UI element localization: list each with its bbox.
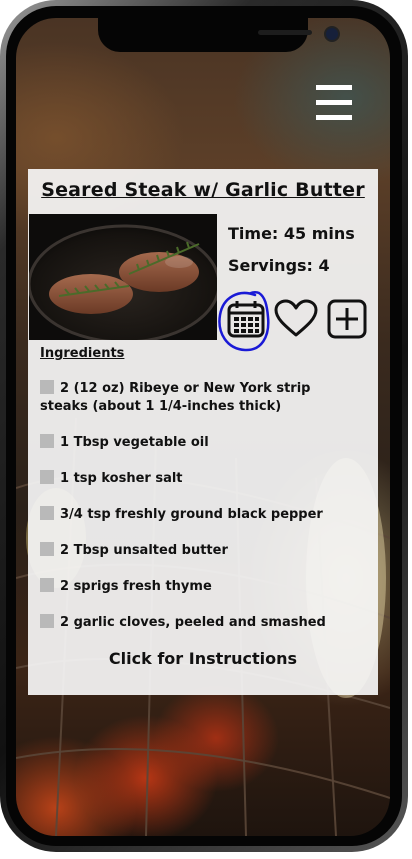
ingredient-checkbox[interactable] xyxy=(40,614,54,628)
recipe-card: Seared Steak w/ Garlic Butter Time: 45 m… xyxy=(28,169,378,695)
ingredient-item[interactable]: 1 Tbsp vegetable oil xyxy=(40,434,360,452)
ingredient-item[interactable]: 2 (12 oz) Ribeye or New York strip steak… xyxy=(40,380,360,416)
ingredient-label: 2 (12 oz) Ribeye or New York strip steak… xyxy=(40,381,311,414)
ingredient-label: 1 tsp kosher salt xyxy=(60,471,183,486)
ingredient-checkbox[interactable] xyxy=(40,542,54,556)
ingredient-checkbox[interactable] xyxy=(40,578,54,592)
menu-bar xyxy=(316,100,352,105)
add-icon[interactable] xyxy=(327,299,367,339)
phone-screen: Seared Steak w/ Garlic Butter Time: 45 m… xyxy=(16,18,390,836)
ingredient-checkbox[interactable] xyxy=(40,470,54,484)
menu-button[interactable] xyxy=(316,85,352,121)
ingredient-label: 2 sprigs fresh thyme xyxy=(60,579,212,594)
notch xyxy=(98,18,340,52)
heart-icon[interactable] xyxy=(274,299,318,339)
ingredient-item[interactable]: 1 tsp kosher salt xyxy=(40,470,360,488)
front-camera xyxy=(324,26,340,42)
ingredient-checkbox[interactable] xyxy=(40,434,54,448)
instructions-link[interactable]: Click for Instructions xyxy=(28,649,378,668)
ingredient-label: 3/4 tsp freshly ground black pepper xyxy=(60,507,323,522)
phone-mockup: Seared Steak w/ Garlic Butter Time: 45 m… xyxy=(0,0,412,859)
ingredient-label: 2 garlic cloves, peeled and smashed xyxy=(60,615,326,630)
ingredient-item[interactable]: 3/4 tsp freshly ground black pepper xyxy=(40,506,360,524)
ingredient-checkbox[interactable] xyxy=(40,506,54,520)
recipe-title: Seared Steak w/ Garlic Butter xyxy=(41,179,365,201)
menu-bar xyxy=(316,115,352,120)
ingredient-item[interactable]: 2 sprigs fresh thyme xyxy=(40,578,360,596)
recipe-photo xyxy=(29,214,217,340)
ingredient-item[interactable]: 2 Tbsp unsalted butter xyxy=(40,542,360,560)
ingredient-checkbox[interactable] xyxy=(40,380,54,394)
ingredients-heading: Ingredients xyxy=(40,346,125,361)
ingredient-label: 1 Tbsp vegetable oil xyxy=(60,435,209,450)
menu-bar xyxy=(316,85,352,90)
speaker-grille xyxy=(258,30,312,35)
calendar-highlight-circle xyxy=(218,291,270,352)
ingredient-item[interactable]: 2 garlic cloves, peeled and smashed xyxy=(40,614,360,632)
recipe-time: Time: 45 mins xyxy=(228,224,355,243)
ingredient-label: 2 Tbsp unsalted butter xyxy=(60,543,228,558)
recipe-servings: Servings: 4 xyxy=(228,256,330,275)
